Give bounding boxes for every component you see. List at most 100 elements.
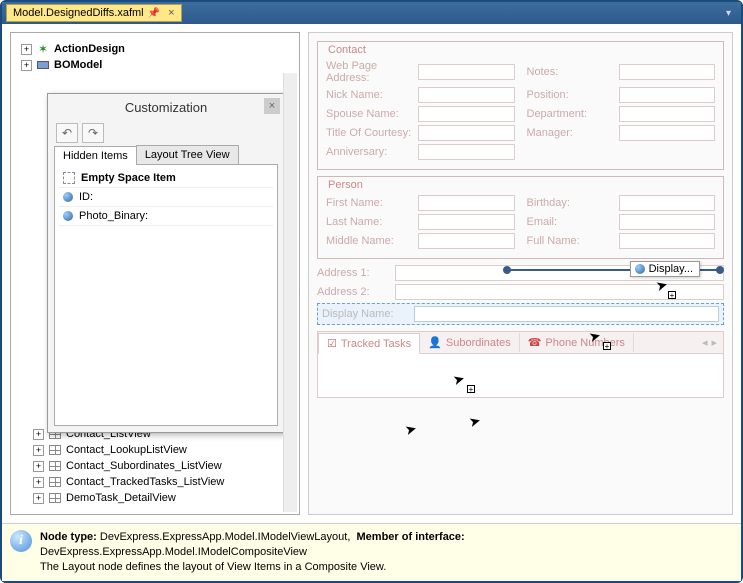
tab-tracked-tasks[interactable]: ☑ Tracked Tasks: [318, 333, 420, 354]
text-input[interactable]: [619, 125, 716, 141]
expand-icon[interactable]: +: [33, 445, 44, 456]
tree-node[interactable]: + Contact_LookupListView: [33, 442, 295, 458]
text-input[interactable]: [619, 87, 716, 103]
tree-label: DemoTask_DetailView: [66, 492, 176, 504]
group-title: Person: [328, 179, 363, 191]
field-label: Department:: [527, 108, 619, 120]
tab-subordinates[interactable]: 👤Subordinates: [420, 333, 520, 352]
detail-tabs: ☑ Tracked Tasks 👤Subordinates ☎Phone Numb…: [317, 331, 724, 354]
expand-icon[interactable]: +: [33, 493, 44, 504]
pin-icon[interactable]: 📌: [148, 8, 160, 19]
text-input[interactable]: [418, 233, 515, 249]
expand-icon[interactable]: +: [21, 60, 32, 71]
tree-node-actiondesign[interactable]: + ✶ ActionDesign: [21, 41, 295, 57]
dialog-title-text: Customization: [125, 100, 207, 115]
field-label: Email:: [527, 216, 619, 228]
text-input[interactable]: [619, 64, 716, 80]
info-text: Node type: DevExpress.ExpressApp.Model.I…: [40, 530, 465, 575]
address2-row[interactable]: Address 2:: [317, 284, 724, 300]
tab-scroll-left[interactable]: ◂: [702, 336, 708, 349]
field-label: Full Name:: [527, 235, 619, 247]
tree-label: BOModel: [54, 59, 102, 71]
group-person[interactable]: Person First Name:Birthday: Last Name:Em…: [317, 176, 724, 259]
text-input[interactable]: [619, 195, 716, 211]
tab-scroll-right[interactable]: ▸: [711, 336, 717, 349]
tab-label: Subordinates: [446, 337, 511, 349]
cursor-icon: ➤: [467, 412, 483, 431]
model-tree-top: + ✶ ActionDesign + BOModel: [11, 33, 299, 77]
list-item[interactable]: Empty Space Item: [59, 169, 273, 188]
phone-icon: ☎: [528, 336, 542, 349]
customization-dialog[interactable]: Customization × ↶ ↷ Hidden Items Layout …: [47, 93, 285, 433]
item-label: Empty Space Item: [81, 172, 176, 184]
close-icon[interactable]: ×: [168, 7, 174, 19]
model-icon: [36, 58, 50, 72]
window-menu-dropdown[interactable]: ▾: [726, 8, 737, 19]
field-icon: [63, 211, 73, 221]
empty-space-icon: [63, 172, 75, 184]
document-name: Model.DesignedDiffs.xafml: [13, 7, 144, 19]
expand-icon[interactable]: +: [21, 44, 32, 55]
tab-label: Tracked Tasks: [341, 338, 411, 350]
list-item[interactable]: Photo_Binary:: [59, 207, 273, 226]
field-icon: [635, 264, 645, 274]
titlebar: Model.DesignedDiffs.xafml 📌 × ▾: [2, 2, 741, 24]
expand-icon[interactable]: +: [33, 461, 44, 472]
text-input[interactable]: [418, 64, 515, 80]
action-icon: ✶: [36, 42, 50, 56]
node-type-value: DevExpress.ExpressApp.Model.IModelViewLa…: [100, 531, 350, 543]
member-of-value: DevExpress.ExpressApp.Model.IModelCompos…: [40, 546, 307, 558]
expand-icon[interactable]: +: [33, 429, 44, 440]
view-icon: [48, 475, 62, 489]
member-of-label: Member of interface:: [357, 531, 465, 543]
dialog-close-button[interactable]: ×: [264, 98, 280, 114]
drag-label: Display...: [649, 263, 693, 275]
scrollbar[interactable]: [283, 73, 297, 512]
view-icon: [48, 491, 62, 505]
tree-node[interactable]: + DemoTask_DetailView: [33, 490, 295, 506]
undo-button[interactable]: ↶: [56, 123, 78, 143]
text-input[interactable]: [619, 233, 716, 249]
main-area: + ✶ ActionDesign + BOModel Customization…: [2, 24, 741, 523]
view-icon: [48, 459, 62, 473]
field-label: Position:: [527, 89, 619, 101]
list-item[interactable]: ID:: [59, 188, 273, 207]
redo-button[interactable]: ↷: [82, 123, 104, 143]
text-input[interactable]: [418, 125, 515, 141]
tree-node-bomodel[interactable]: + BOModel: [21, 57, 295, 73]
tree-node[interactable]: + Contact_Subordinates_ListView: [33, 458, 295, 474]
layout-designer[interactable]: Contact Web Page Address:Notes: Nick Nam…: [308, 32, 733, 515]
text-input[interactable]: [418, 214, 515, 230]
tab-content: [317, 354, 724, 398]
text-input[interactable]: [418, 106, 515, 122]
text-input[interactable]: [619, 106, 716, 122]
text-input[interactable]: [418, 144, 515, 160]
tab-layout-tree[interactable]: Layout Tree View: [136, 145, 239, 164]
field-label: Web Page Address:: [326, 60, 418, 84]
tree-node[interactable]: + Contact_TrackedTasks_ListView: [33, 474, 295, 490]
text-input[interactable]: [418, 195, 515, 211]
displayname-row-drop-target[interactable]: Display Name:: [317, 303, 724, 325]
cursor-icon: ➤: [403, 420, 419, 439]
field-label: Birthday:: [527, 197, 619, 209]
drag-preview: Display...: [630, 261, 700, 277]
group-contact[interactable]: Contact Web Page Address:Notes: Nick Nam…: [317, 41, 724, 170]
tree-label: Contact_TrackedTasks_ListView: [66, 476, 224, 488]
field-label: Manager:: [527, 127, 619, 139]
item-label: ID:: [79, 191, 93, 203]
tab-hidden-items[interactable]: Hidden Items: [54, 146, 137, 165]
tab-phone-numbers[interactable]: ☎Phone Numbers: [520, 333, 634, 352]
text-input[interactable]: [619, 214, 716, 230]
cursor-plus-icon: +: [603, 342, 611, 350]
app-window: Model.DesignedDiffs.xafml 📌 × ▾ + ✶ Acti…: [0, 0, 743, 583]
expand-icon[interactable]: +: [33, 477, 44, 488]
text-input[interactable]: [414, 306, 719, 322]
text-input[interactable]: [418, 87, 515, 103]
tree-label: Contact_Subordinates_ListView: [66, 460, 222, 472]
field-label: First Name:: [326, 197, 418, 209]
view-icon: [48, 443, 62, 457]
field-label: Notes:: [527, 66, 619, 78]
document-tab[interactable]: Model.DesignedDiffs.xafml 📌 ×: [6, 4, 182, 22]
check-icon: ☑: [327, 337, 337, 350]
tree-label: Contact_LookupListView: [66, 444, 187, 456]
